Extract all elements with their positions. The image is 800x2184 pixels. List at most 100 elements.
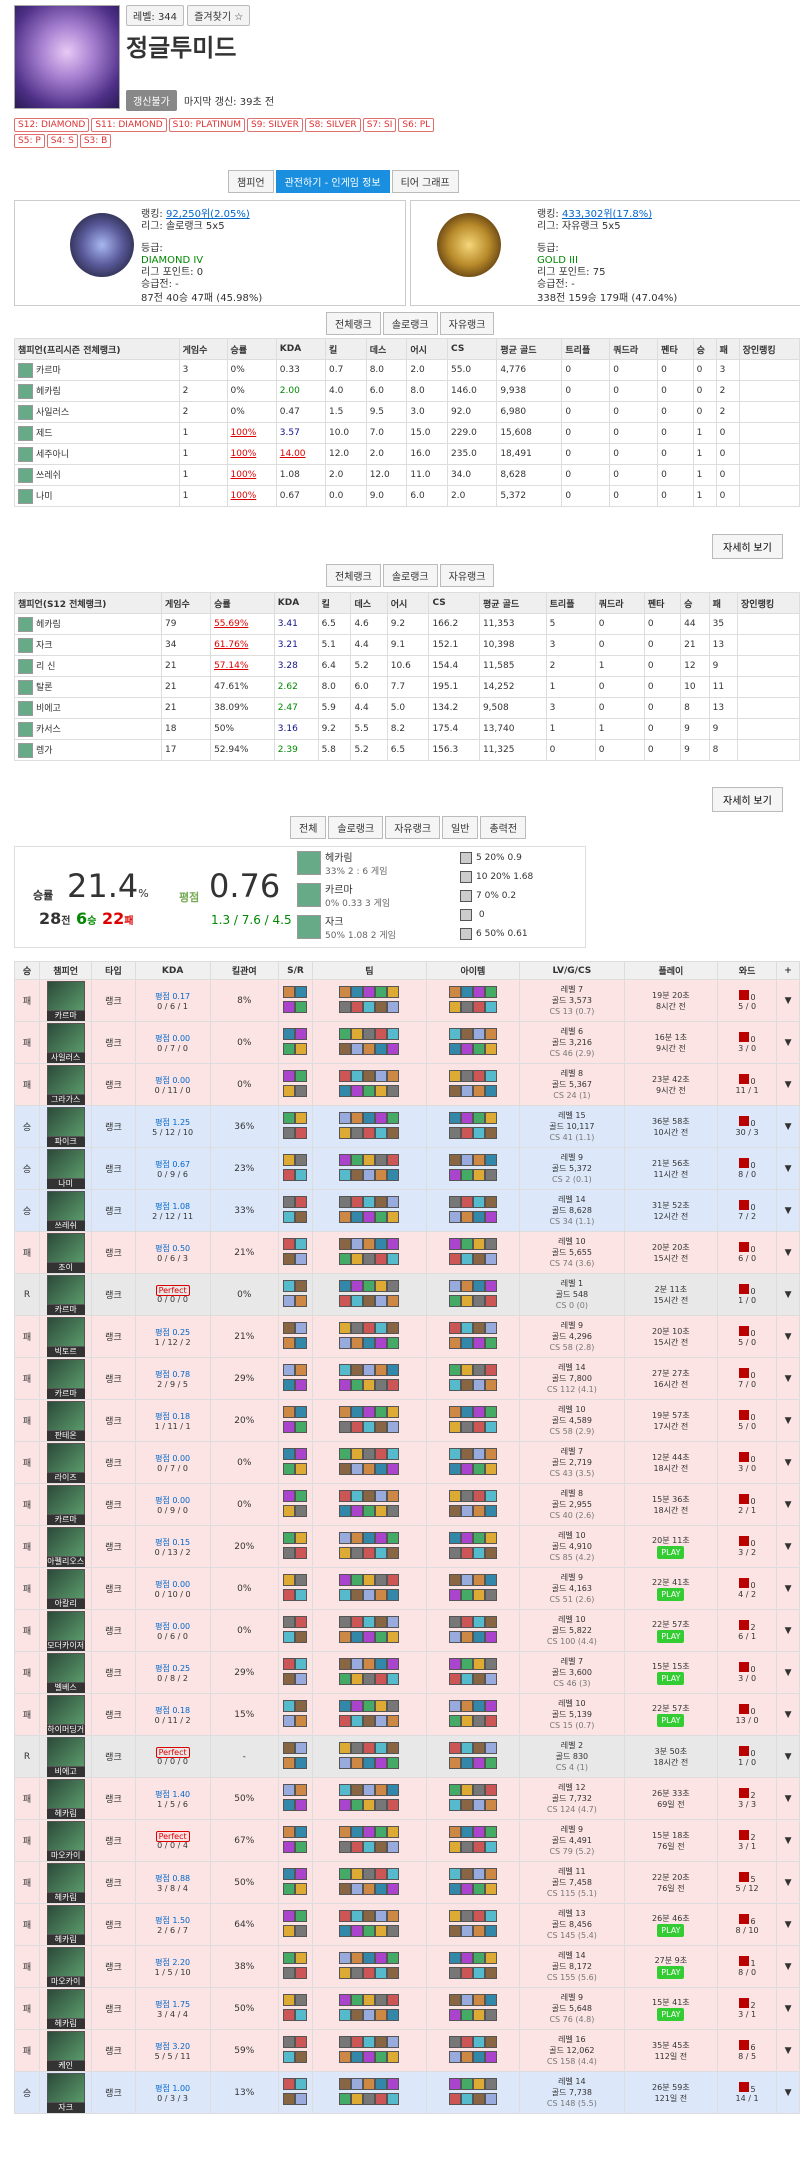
column-header[interactable]: 평균 골드 [496, 338, 563, 360]
team-champion-icon[interactable] [339, 1363, 352, 1376]
team-champion-icon[interactable] [387, 1882, 400, 1895]
team-champion-icon[interactable] [387, 1909, 400, 1922]
column-header[interactable]: 트리플 [545, 592, 596, 614]
team-champion-icon[interactable] [387, 1615, 400, 1628]
search-icon[interactable] [484, 1042, 497, 1055]
team-champion-icon[interactable] [363, 1924, 376, 1937]
search-icon[interactable] [484, 1084, 497, 1097]
team-champion-icon[interactable] [375, 1237, 388, 1250]
team-champion-icon[interactable] [387, 1951, 400, 1964]
team-champion-icon[interactable] [351, 1027, 364, 1040]
team-champion-icon[interactable] [363, 1588, 376, 1601]
team-champion-icon[interactable] [387, 1489, 400, 1502]
team-champion-icon[interactable] [339, 1615, 352, 1628]
team-champion-icon[interactable] [351, 1951, 364, 1964]
search-icon[interactable] [484, 1756, 497, 1769]
team-champion-icon[interactable] [363, 1084, 376, 1097]
team-icons[interactable] [312, 1231, 427, 1274]
team-champion-icon[interactable] [375, 1993, 388, 2006]
team-champion-icon[interactable] [363, 1741, 376, 1754]
play-button[interactable]: PLAY [657, 1545, 685, 1559]
team-champion-icon[interactable] [375, 1924, 388, 1937]
team-champion-icon[interactable] [363, 1447, 376, 1460]
team-champion-icon[interactable] [387, 1783, 400, 1796]
team-champion-icon[interactable] [363, 1699, 376, 1712]
team-champion-icon[interactable] [351, 2050, 364, 2063]
expand-chevron-down-icon[interactable]: ▼ [776, 1903, 800, 1946]
team-champion-icon[interactable] [387, 1573, 400, 1586]
team-champion-icon[interactable] [351, 1210, 364, 1223]
team-champion-icon[interactable] [387, 1168, 400, 1181]
match-row[interactable]: 패 빅토르 랭크 평점 0.25 1 / 12 / 2 21% 레벨 9 골드 4,296 CS… [13, 1315, 800, 1358]
match-row[interactable]: 패 카르마 랭크 평점 0.00 0 / 9 / 0 0% 레벨 8 골드 2,955 CS 4… [13, 1483, 800, 1526]
team-champion-icon[interactable] [375, 1126, 388, 1139]
team-champion-icon[interactable] [363, 1756, 376, 1769]
match-row[interactable]: 패 헤카림 랭크 평점 1.75 3 / 4 / 4 50% 레벨 9 골드 5,648 CS … [13, 1987, 800, 2030]
team-champion-icon[interactable] [363, 1405, 376, 1418]
team-champion-icon[interactable] [387, 1195, 400, 1208]
tab-all-rank-2[interactable]: 전체랭크 [326, 564, 381, 587]
team-champion-icon[interactable] [387, 1546, 400, 1559]
team-champion-icon[interactable] [375, 1882, 388, 1895]
team-champion-icon[interactable] [375, 1909, 388, 1922]
team-champion-icon[interactable] [363, 1489, 376, 1502]
team-icons[interactable] [312, 1777, 427, 1820]
team-champion-icon[interactable] [339, 1573, 352, 1586]
column-header[interactable]: 어시 [386, 592, 430, 614]
team-champion-icon[interactable] [339, 1447, 352, 1460]
team-champion-icon[interactable] [387, 985, 400, 998]
tab-solo-rank[interactable]: 솔로랭크 [382, 312, 438, 335]
team-champion-icon[interactable] [339, 2077, 352, 2090]
team-champion-icon[interactable] [351, 1966, 364, 1979]
team-champion-icon[interactable] [375, 1420, 388, 1433]
team-champion-icon[interactable] [375, 1363, 388, 1376]
team-champion-icon[interactable] [375, 1378, 388, 1391]
column-header[interactable]: 평균 골드 [478, 592, 547, 614]
tab-aram[interactable]: 총력전 [480, 816, 527, 839]
play-button[interactable]: PLAY [657, 1713, 685, 1727]
expand-chevron-down-icon[interactable]: ▼ [776, 1189, 800, 1232]
team-champion-icon[interactable] [351, 1237, 364, 1250]
team-champion-icon[interactable] [375, 1756, 388, 1769]
team-champion-icon[interactable] [363, 1168, 376, 1181]
team-champion-icon[interactable] [339, 1951, 352, 1964]
team-champion-icon[interactable] [375, 1966, 388, 1979]
column-header[interactable]: 데스 [365, 338, 408, 360]
team-champion-icon[interactable] [351, 1447, 364, 1460]
team-champion-icon[interactable] [339, 1993, 352, 2006]
team-champion-icon[interactable] [339, 1672, 352, 1685]
tab-solo[interactable]: 솔로랭크 [328, 816, 384, 839]
search-icon[interactable] [484, 1126, 497, 1139]
team-champion-icon[interactable] [339, 1126, 352, 1139]
match-row[interactable]: 패 벨베스 랭크 평점 0.25 0 / 8 / 2 29% 레벨 7 골드 3,600 CS … [13, 1651, 800, 1694]
team-champion-icon[interactable] [363, 2050, 376, 2063]
match-row[interactable]: 패 사일러스 랭크 평점 0.00 0 / 7 / 0 0% 레벨 6 골드 3,216 CS … [13, 1021, 800, 1064]
team-champion-icon[interactable] [363, 1336, 376, 1349]
team-icons[interactable] [312, 1819, 427, 1862]
expand-chevron-down-icon[interactable]: ▼ [776, 1063, 800, 1106]
team-champion-icon[interactable] [351, 1405, 364, 1418]
team-icons[interactable] [312, 1651, 427, 1694]
match-row[interactable]: 패 케인 랭크 평점 3.20 5 / 5 / 11 59% 레벨 16 골드 12,062 C… [13, 2029, 800, 2072]
team-champion-icon[interactable] [339, 1042, 352, 1055]
column-header[interactable]: 킬관여 [209, 961, 279, 980]
team-champion-icon[interactable] [375, 1588, 388, 1601]
column-header[interactable]: 펜타 [643, 592, 682, 614]
team-champion-icon[interactable] [387, 1447, 400, 1460]
team-champion-icon[interactable] [387, 1867, 400, 1880]
team-champion-icon[interactable] [339, 1504, 352, 1517]
team-champion-icon[interactable] [387, 1027, 400, 1040]
team-champion-icon[interactable] [351, 1867, 364, 1880]
team-champion-icon[interactable] [375, 2050, 388, 2063]
team-champion-icon[interactable] [363, 1966, 376, 1979]
team-champion-icon[interactable] [363, 985, 376, 998]
column-header[interactable]: 승률 [210, 592, 275, 614]
team-champion-icon[interactable] [387, 1336, 400, 1349]
column-header[interactable]: 쿼드라 [594, 592, 645, 614]
team-champion-icon[interactable] [387, 1069, 400, 1082]
column-header[interactable]: 게임수 [178, 338, 228, 360]
team-champion-icon[interactable] [363, 1951, 376, 1964]
expand-chevron-down-icon[interactable]: ▼ [776, 1441, 800, 1484]
search-icon[interactable] [484, 1168, 497, 1181]
expand-chevron-down-icon[interactable]: ▼ [776, 1357, 800, 1400]
